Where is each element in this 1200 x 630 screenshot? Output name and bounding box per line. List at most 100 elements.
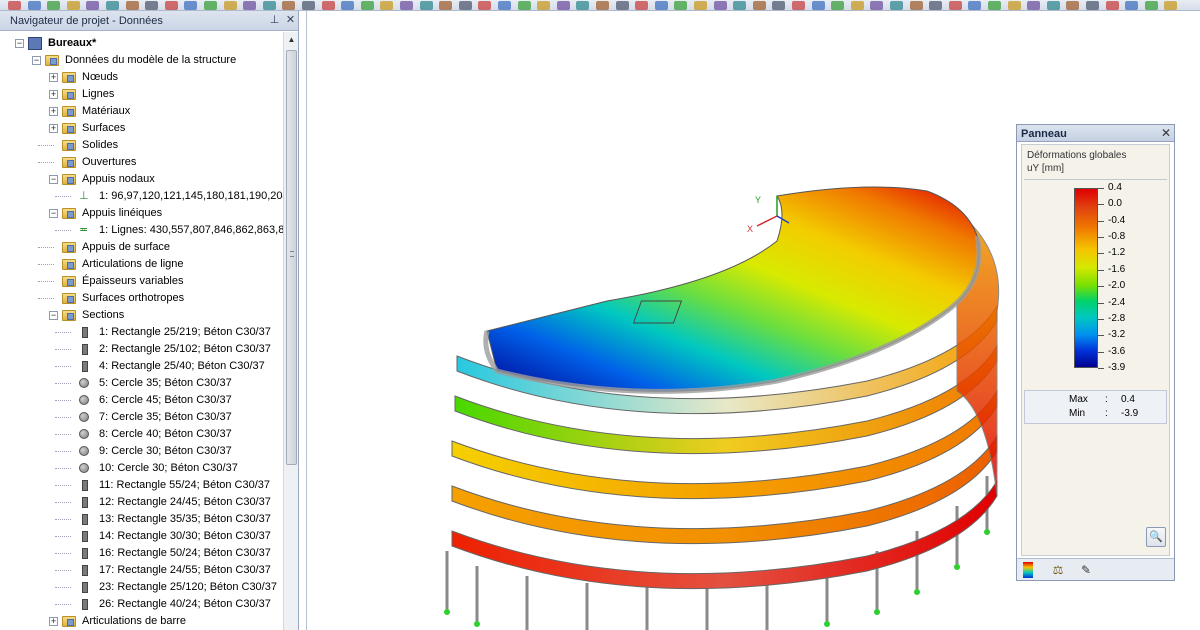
toolbar-button-icon[interactable] — [498, 1, 511, 10]
tree-item[interactable]: 8: Cercle 40; Béton C30/37 — [0, 426, 283, 443]
toolbar-button-icon[interactable] — [478, 1, 492, 10]
toolbar-button-icon[interactable] — [772, 1, 786, 10]
tree-item[interactable]: + Nœuds — [0, 69, 283, 86]
toolbar-button-icon[interactable] — [988, 1, 1001, 10]
expand-icon[interactable]: + — [49, 90, 58, 99]
close-icon[interactable]: ✕ — [284, 14, 297, 27]
toolbar-button-icon[interactable] — [948, 1, 962, 10]
toolbar-button-icon[interactable] — [1027, 1, 1041, 10]
toolbar-button-icon[interactable] — [792, 1, 805, 10]
toolbar-button-icon[interactable] — [1086, 1, 1099, 10]
toolbar-button-icon[interactable] — [86, 1, 100, 10]
tree-item[interactable]: 9: Cercle 30; Béton C30/37 — [0, 443, 283, 460]
tree-item[interactable]: ≖ 1: Lignes: 430,557,807,846,862,863,8 — [0, 222, 283, 239]
tree-item[interactable]: Ouvertures — [0, 154, 283, 171]
toolbar-button-icon[interactable] — [850, 1, 864, 10]
expand-icon[interactable]: + — [49, 73, 58, 82]
close-icon[interactable]: ✕ — [1161, 126, 1171, 140]
tree-item[interactable]: Articulations de ligne — [0, 256, 283, 273]
tree-item[interactable]: + Lignes — [0, 86, 283, 103]
expand-icon[interactable]: + — [49, 124, 58, 133]
toolbar-button-icon[interactable] — [752, 1, 766, 10]
toolbar-button-icon[interactable] — [106, 1, 119, 10]
toolbar-button-icon[interactable] — [596, 1, 609, 10]
toolbar-button-icon[interactable] — [1007, 1, 1021, 10]
toolbar-button-icon[interactable] — [262, 1, 276, 10]
toolbar-button-icon[interactable] — [968, 1, 982, 10]
toolbar-button-icon[interactable] — [576, 1, 590, 10]
tree-item[interactable]: ⊥ 1: 96,97,120,121,145,180,181,190,204 — [0, 188, 283, 205]
toolbar-button-icon[interactable] — [439, 1, 453, 10]
toolbar-button-icon[interactable] — [635, 1, 649, 10]
toolbar-button-icon[interactable] — [831, 1, 845, 10]
toolbar-button-icon[interactable] — [8, 1, 21, 10]
toolbar-button-icon[interactable] — [400, 1, 413, 10]
tree-item[interactable]: 23: Rectangle 25/120; Béton C30/37 — [0, 579, 283, 596]
balance-icon[interactable]: ⚖ — [1049, 562, 1067, 578]
toolbar-button-icon[interactable] — [1164, 1, 1178, 10]
tree-item[interactable]: 12: Rectangle 24/45; Béton C30/37 — [0, 494, 283, 511]
tree-item[interactable]: − Appuis linéiques — [0, 205, 283, 222]
collapse-icon[interactable]: − — [49, 311, 58, 320]
toolbar-button-icon[interactable] — [713, 1, 727, 10]
tree-item[interactable]: 5: Cercle 35; Béton C30/37 — [0, 375, 283, 392]
tree-item[interactable]: 13: Rectangle 35/35; Béton C30/37 — [0, 511, 283, 528]
toolbar-button-icon[interactable] — [1066, 1, 1080, 10]
tree-item[interactable]: 4: Rectangle 25/40; Béton C30/37 — [0, 358, 283, 375]
toolbar-button-icon[interactable] — [164, 1, 178, 10]
collapse-icon[interactable]: − — [32, 56, 41, 65]
toolbar-button-icon[interactable] — [674, 1, 688, 10]
tree-item[interactable]: 7: Cercle 35; Béton C30/37 — [0, 409, 283, 426]
toolbar-button-icon[interactable] — [145, 1, 159, 10]
toolbar-button-icon[interactable] — [184, 1, 198, 10]
pin-icon[interactable]: ⊥ — [268, 14, 281, 27]
scroll-up-arrow-icon[interactable]: ▲ — [284, 32, 299, 48]
toolbar-button-icon[interactable] — [654, 1, 668, 10]
tree-item[interactable]: − Données du modèle de la structure — [0, 52, 283, 69]
toolbar-button-icon[interactable] — [811, 1, 825, 10]
color-scale-icon[interactable] — [1023, 562, 1033, 578]
toolbar-button-icon[interactable] — [733, 1, 747, 10]
toolbar-button-icon[interactable] — [556, 1, 570, 10]
toolbar-button-icon[interactable] — [929, 1, 943, 10]
toolbar-button-icon[interactable] — [125, 1, 139, 10]
tree-item[interactable]: 16: Rectangle 50/24; Béton C30/37 — [0, 545, 283, 562]
collapse-icon[interactable]: − — [15, 39, 24, 48]
tree-item[interactable]: 26: Rectangle 40/24; Béton C30/37 — [0, 596, 283, 613]
tree-item[interactable]: 11: Rectangle 55/24; Béton C30/37 — [0, 477, 283, 494]
tree-item[interactable]: + Surfaces — [0, 120, 283, 137]
toolbar-button-icon[interactable] — [1125, 1, 1139, 10]
toolbar-button-icon[interactable] — [694, 1, 707, 10]
toolbar-button-icon[interactable] — [615, 1, 629, 10]
tree-item[interactable]: Appuis de surface — [0, 239, 283, 256]
toolbar-button-icon[interactable] — [243, 1, 257, 10]
toolbar-button-icon[interactable] — [380, 1, 394, 10]
toolbar-button-icon[interactable] — [321, 1, 335, 10]
toolbar-button-icon[interactable] — [909, 1, 923, 10]
toolbar-button-icon[interactable] — [458, 1, 472, 10]
toolbar-button-icon[interactable] — [341, 1, 355, 10]
tree-item[interactable]: + Matériaux — [0, 103, 283, 120]
expand-icon[interactable]: + — [49, 617, 58, 626]
magnifier-icon[interactable]: 🔍 — [1146, 527, 1166, 547]
toolbar-button-icon[interactable] — [360, 1, 374, 10]
tree-item[interactable]: Épaisseurs variables — [0, 273, 283, 290]
tree-item[interactable]: + Articulations de barre — [0, 613, 283, 630]
toolbar-button-icon[interactable] — [537, 1, 551, 10]
tree-item[interactable]: 2: Rectangle 25/102; Béton C30/37 — [0, 341, 283, 358]
toolbar-button-icon[interactable] — [282, 1, 296, 10]
tree-item[interactable]: − Appuis nodaux — [0, 171, 283, 188]
toolbar-button-icon[interactable] — [66, 1, 80, 10]
toolbar-button-icon[interactable] — [517, 1, 531, 10]
toolbar-button-icon[interactable] — [419, 1, 433, 10]
tree-item[interactable]: 6: Cercle 45; Béton C30/37 — [0, 392, 283, 409]
tree-item[interactable]: Solides — [0, 137, 283, 154]
toolbar-button-icon[interactable] — [1144, 1, 1158, 10]
collapse-icon[interactable]: − — [49, 209, 58, 218]
toolbar-button-icon[interactable] — [1105, 1, 1119, 10]
toolbar-button-icon[interactable] — [870, 1, 884, 10]
tree-item[interactable]: Surfaces orthotropes — [0, 290, 283, 307]
tree-item[interactable]: − Bureaux* — [0, 35, 283, 52]
collapse-icon[interactable]: − — [49, 175, 58, 184]
toolbar-button-icon[interactable] — [302, 1, 315, 10]
